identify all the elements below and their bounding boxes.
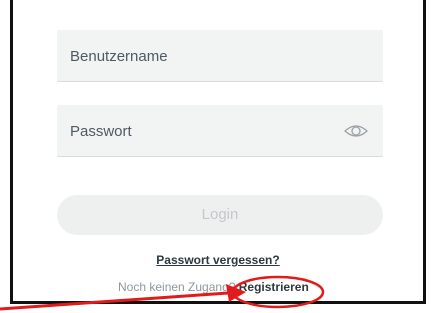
login-panel: Benutzername Passwort Login Passwort ver…	[10, 0, 426, 304]
password-placeholder: Passwort	[70, 123, 132, 140]
register-link[interactable]: Registrieren	[239, 280, 309, 294]
username-placeholder: Benutzername	[70, 48, 168, 65]
username-field[interactable]: Benutzername	[57, 30, 383, 82]
login-button[interactable]: Login	[57, 195, 383, 235]
no-account-text: Noch keinen Zugang?	[118, 280, 239, 294]
eye-icon[interactable]	[343, 120, 369, 142]
password-field[interactable]: Passwort	[57, 105, 383, 157]
forgot-password-link[interactable]: Passwort vergessen?	[13, 253, 423, 267]
register-row: Noch keinen Zugang? Registrieren	[118, 280, 309, 294]
